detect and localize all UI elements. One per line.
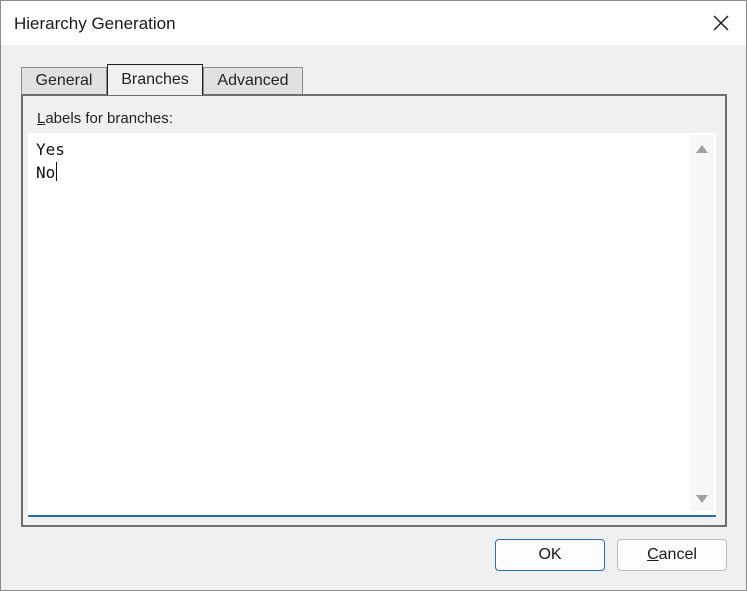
hierarchy-generation-dialog: Hierarchy Generation General Branches Ad… [0, 0, 747, 591]
branch-labels-textarea[interactable]: Yes No [28, 133, 716, 517]
cancel-button[interactable]: Cancel [617, 539, 727, 571]
scroll-down-arrow-icon[interactable] [696, 495, 708, 503]
dialog-title: Hierarchy Generation [14, 14, 176, 33]
branch-label-line: No [36, 163, 56, 182]
label-text: abels for branches: [45, 110, 173, 127]
branch-label-line: Yes [36, 140, 65, 159]
tab-branches[interactable]: Branches [107, 64, 203, 95]
cancel-mnemonic: C [647, 546, 659, 563]
textarea-content: Yes No [36, 138, 65, 184]
vertical-scrollbar[interactable] [690, 135, 714, 511]
cancel-label: ancel [658, 546, 697, 563]
tab-advanced[interactable]: Advanced [203, 67, 303, 94]
ok-button[interactable]: OK [495, 539, 605, 571]
labels-for-branches-label: Labels for branches: [37, 110, 173, 127]
title-bar: Hierarchy Generation [1, 1, 746, 45]
branch-label-line-with-caret: No [36, 161, 65, 184]
close-icon [713, 15, 729, 31]
tab-general[interactable]: General [21, 67, 107, 94]
branches-tab-panel: Labels for branches: Yes No [21, 94, 727, 527]
scroll-up-arrow-icon[interactable] [696, 145, 708, 153]
text-caret [56, 162, 58, 181]
close-button[interactable] [696, 1, 746, 45]
